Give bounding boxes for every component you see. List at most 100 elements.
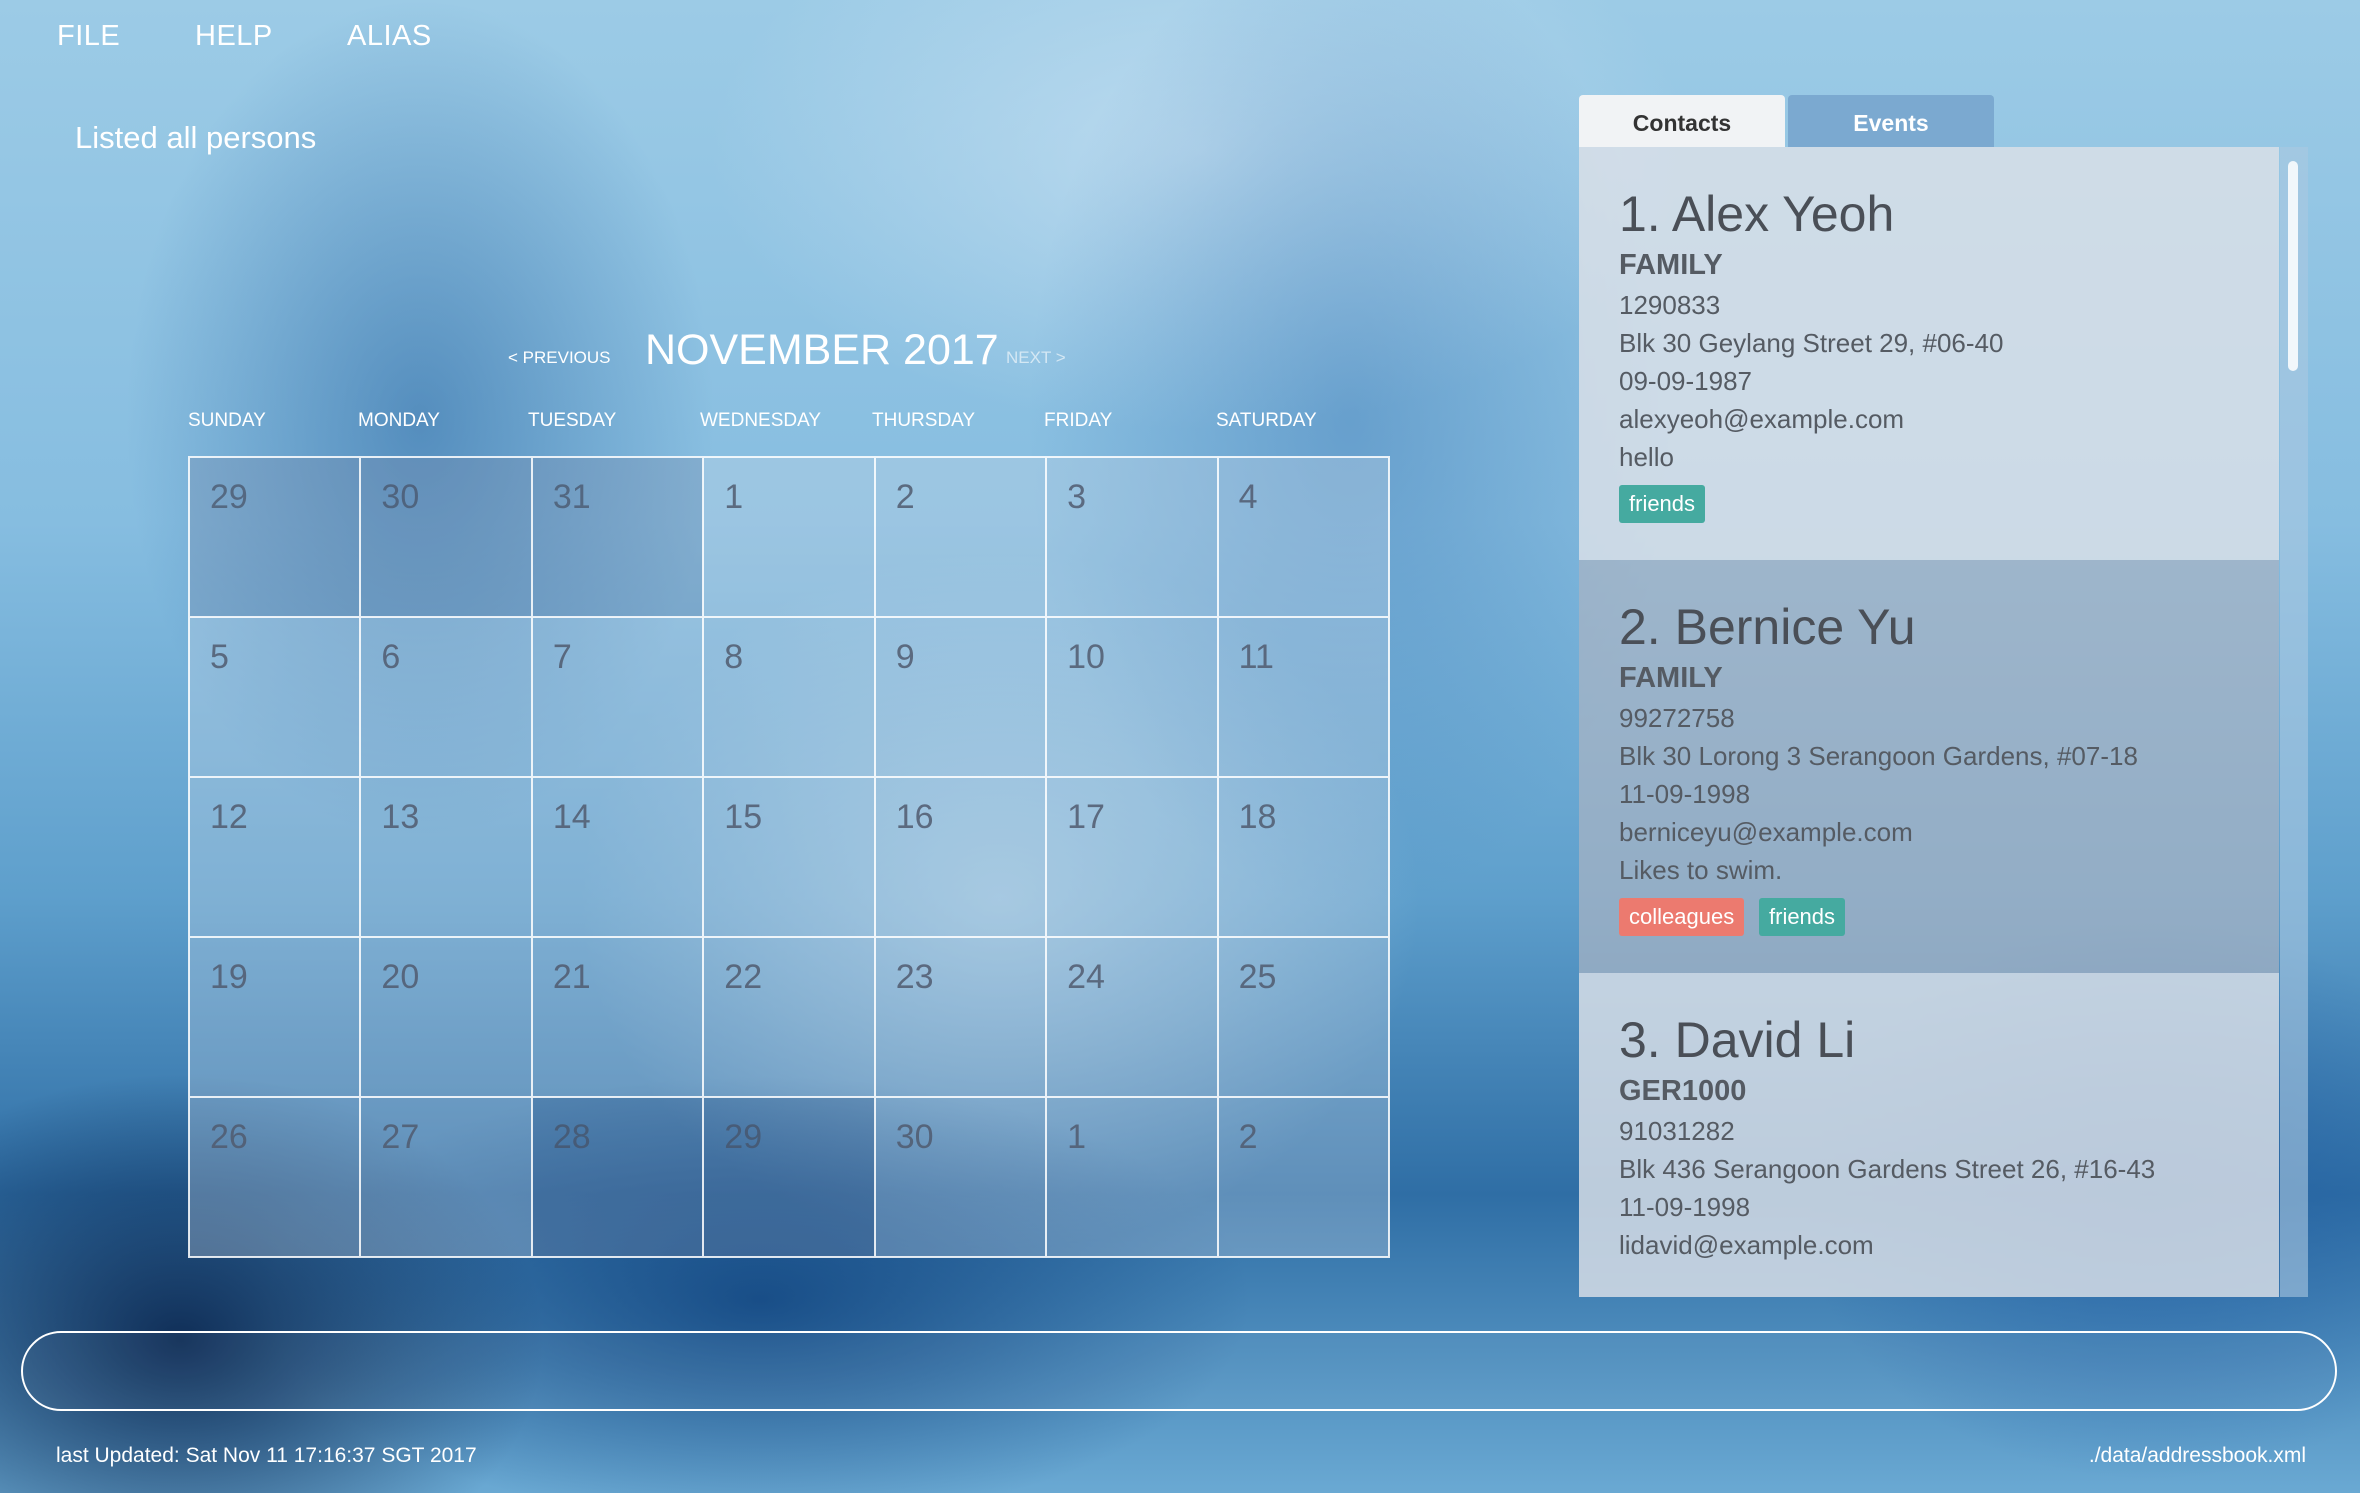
contact-remark: hello: [1619, 442, 1674, 472]
dow-saturday: SATURDAY: [1216, 410, 1317, 431]
day-number: 30: [895, 1118, 934, 1156]
calendar-day[interactable]: 24: [1046, 937, 1218, 1097]
calendar-day[interactable]: 1: [703, 457, 875, 617]
scroll-thumb[interactable]: [2288, 161, 2298, 371]
tag-colleagues: colleagues: [1619, 898, 1745, 936]
contact-list: 1. Alex Yeoh FAMILY 1290833 Blk 30 Geyla…: [1579, 147, 2307, 1297]
calendar-day[interactable]: 12: [189, 777, 361, 937]
calendar-day[interactable]: 20: [360, 937, 532, 1097]
tag-friends: friends: [1759, 898, 1846, 936]
contact-card[interactable]: 3. David Li GER1000 91031282 Blk 436 Ser…: [1579, 973, 2279, 1297]
calendar-day[interactable]: 1: [1046, 1097, 1218, 1257]
day-number: 28: [552, 1118, 591, 1156]
calendar-day[interactable]: 28: [531, 1097, 704, 1257]
day-number: 21: [552, 958, 591, 996]
contact-address: Blk 30 Geylang Street 29, #06-40: [1619, 328, 2004, 358]
calendar-day[interactable]: 11: [1217, 617, 1389, 777]
file-path-status: ./data/addressbook.xml: [2088, 1444, 2306, 1467]
contact-phone: 99272758: [1619, 703, 1735, 733]
tag-friends: friends: [1619, 485, 1706, 523]
calendar-day[interactable]: 19: [189, 937, 361, 1097]
calendar-day[interactable]: 14: [531, 777, 704, 937]
calendar-day[interactable]: 25: [1217, 937, 1389, 1097]
calendar-day[interactable]: 5: [189, 617, 361, 777]
day-number: 20: [381, 958, 420, 996]
day-number: 2: [1238, 1118, 1258, 1156]
calendar-day[interactable]: 16: [874, 777, 1047, 937]
calendar-day[interactable]: 30: [874, 1097, 1047, 1257]
contact-birthday: 11-09-1998: [1619, 779, 1751, 809]
command-input[interactable]: [23, 1333, 2335, 1409]
contact-email: lidavid@example.com: [1619, 1230, 1874, 1260]
day-number: 10: [1067, 638, 1105, 676]
day-number: 6: [381, 638, 401, 676]
tab-events[interactable]: Events: [1788, 95, 1994, 147]
calendar-day[interactable]: 18: [1217, 777, 1389, 937]
dow-tuesday: TUESDAY: [528, 410, 617, 431]
calendar-day[interactable]: 13: [360, 777, 532, 937]
day-number: 29: [724, 1118, 763, 1156]
contact-alias: FAMILY: [1619, 249, 1723, 281]
next-month-button[interactable]: NEXT >: [1006, 348, 1066, 368]
day-number: 14: [552, 798, 591, 836]
contact-email: alexyeoh@example.com: [1619, 404, 1905, 434]
calendar-day[interactable]: 8: [703, 617, 875, 777]
calendar-day[interactable]: 29: [703, 1097, 875, 1257]
day-number: 5: [210, 638, 229, 676]
day-number: 25: [1238, 958, 1277, 996]
menu-alias[interactable]: ALIAS: [347, 20, 432, 53]
contact-name: 2. Bernice Yu: [1619, 599, 1916, 655]
contact-address: Blk 30 Lorong 3 Serangoon Gardens, #07-1…: [1619, 741, 2138, 771]
calendar-day[interactable]: 26: [189, 1097, 361, 1257]
previous-month-button[interactable]: < PREVIOUS: [508, 348, 611, 368]
result-display: Listed all persons: [75, 120, 317, 155]
day-number: 15: [724, 798, 763, 836]
dow-thursday: THURSDAY: [872, 410, 976, 431]
day-of-week-header: SUNDAY MONDAY TUESDAY WEDNESDAY THURSDAY…: [188, 410, 1388, 440]
calendar-day[interactable]: 17: [1046, 777, 1218, 937]
calendar-day[interactable]: 7: [531, 617, 704, 777]
day-number: 22: [724, 958, 763, 996]
calendar-day[interactable]: 30: [360, 457, 532, 617]
day-number: 11: [1238, 638, 1274, 676]
day-number: 2: [895, 478, 915, 516]
calendar-day[interactable]: 3: [1046, 457, 1218, 617]
day-number: 29: [210, 478, 248, 516]
calendar-day[interactable]: 9: [874, 617, 1047, 777]
day-number: 3: [1067, 478, 1087, 516]
calendar-day[interactable]: 29: [189, 457, 361, 617]
calendar-day[interactable]: 22: [703, 937, 875, 1097]
tab-contacts[interactable]: Contacts: [1579, 95, 1785, 147]
dow-monday: MONDAY: [358, 410, 440, 431]
day-number: 12: [210, 798, 248, 836]
contact-card[interactable]: 1. Alex Yeoh FAMILY 1290833 Blk 30 Geyla…: [1579, 147, 2279, 560]
menu-file[interactable]: FILE: [57, 20, 120, 53]
calendar-day[interactable]: 2: [1217, 1097, 1389, 1257]
calendar-day[interactable]: 2: [874, 457, 1047, 617]
calendar-day[interactable]: 10: [1046, 617, 1218, 777]
contact-email: berniceyu@example.com: [1619, 817, 1913, 847]
day-number: 26: [210, 1118, 248, 1156]
menu-help[interactable]: HELP: [195, 20, 273, 53]
dow-wednesday: WEDNESDAY: [700, 410, 822, 431]
calendar-day[interactable]: 4: [1217, 457, 1389, 617]
contact-remark: Likes to swim.: [1619, 855, 1783, 885]
contact-card[interactable]: 2. Bernice Yu FAMILY 99272758 Blk 30 Lor…: [1579, 560, 2279, 973]
day-number: 19: [210, 958, 248, 996]
contact-list-scrollbar[interactable]: [2280, 147, 2308, 1297]
day-number: 1: [1067, 1118, 1087, 1156]
day-number: 8: [724, 638, 744, 676]
day-number: 16: [895, 798, 934, 836]
calendar-day[interactable]: 15: [703, 777, 875, 937]
calendar-day[interactable]: 21: [531, 937, 704, 1097]
calendar-header: < PREVIOUS NOVEMBER 2017 NEXT >: [0, 320, 1390, 380]
calendar-grid: 29 30 31 1 2 3 4 5 6 7 8 9 10 11 12 13 1…: [188, 456, 1390, 1258]
command-box: [21, 1331, 2337, 1411]
calendar-day[interactable]: 6: [360, 617, 532, 777]
contact-phone: 1290833: [1619, 290, 1721, 320]
contact-name: 3. David Li: [1619, 1012, 1856, 1068]
calendar-day[interactable]: 27: [360, 1097, 532, 1257]
day-number: 7: [552, 638, 572, 676]
calendar-day[interactable]: 23: [874, 937, 1047, 1097]
calendar-day[interactable]: 31: [531, 457, 704, 617]
